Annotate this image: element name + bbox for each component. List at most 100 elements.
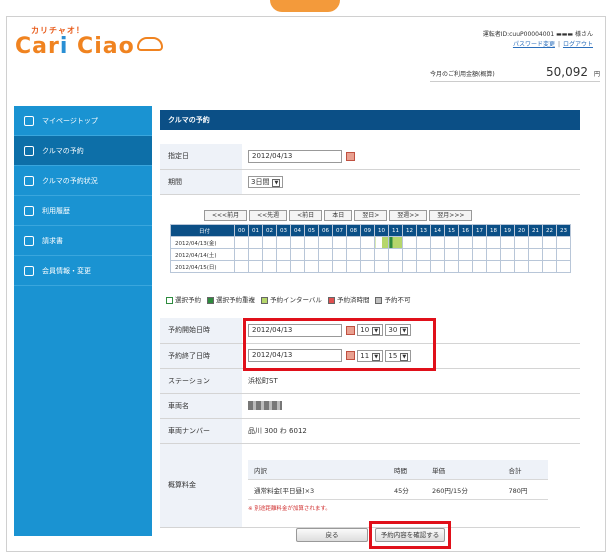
grid-cell[interactable] xyxy=(318,236,333,249)
grid-cell[interactable] xyxy=(514,248,529,261)
sidebar-item-member-info[interactable]: 会員情報・変更 xyxy=(14,256,152,286)
grid-cell[interactable] xyxy=(402,236,417,249)
sidebar-item-mypage[interactable]: マイページトップ xyxy=(14,106,152,136)
grid-cell[interactable] xyxy=(248,248,263,261)
sidebar-item-reservation[interactable]: クルマの予約 ➔ xyxy=(14,136,160,166)
grid-cell[interactable] xyxy=(486,260,501,273)
grid-cell[interactable] xyxy=(276,248,291,261)
nav-next-day[interactable]: 翌日> xyxy=(354,210,388,221)
grid-cell[interactable] xyxy=(556,260,571,273)
grid-cell[interactable] xyxy=(486,236,501,249)
grid-cell[interactable] xyxy=(360,260,375,273)
grid-cell[interactable] xyxy=(416,248,431,261)
grid-cell[interactable] xyxy=(304,236,319,249)
date-input[interactable]: 2012/04/13 xyxy=(248,149,342,163)
grid-cell[interactable] xyxy=(374,248,389,261)
grid-cell[interactable] xyxy=(430,236,445,249)
grid-cell[interactable] xyxy=(262,236,277,249)
grid-cell[interactable] xyxy=(276,236,291,249)
grid-cell[interactable] xyxy=(444,236,459,249)
grid-cell[interactable] xyxy=(500,260,515,273)
grid-cell[interactable] xyxy=(444,248,459,261)
grid-cell[interactable] xyxy=(318,248,333,261)
grid-cell[interactable] xyxy=(402,260,417,273)
grid-cell[interactable] xyxy=(500,248,515,261)
grid-cell[interactable] xyxy=(500,236,515,249)
grid-cell[interactable] xyxy=(528,236,543,249)
grid-cell[interactable] xyxy=(430,248,445,261)
grid-cell-selected[interactable] xyxy=(388,236,403,249)
grid-cell[interactable] xyxy=(248,260,263,273)
password-change-link[interactable]: パスワード変更 xyxy=(513,41,555,48)
grid-cell[interactable] xyxy=(556,236,571,249)
nav-prev-month[interactable]: <<<前月 xyxy=(204,210,248,221)
grid-cell[interactable] xyxy=(514,260,529,273)
grid-cell[interactable] xyxy=(304,260,319,273)
grid-cell[interactable] xyxy=(262,260,277,273)
sidebar-item-label: 会員情報・変更 xyxy=(42,266,91,275)
grid-cell[interactable] xyxy=(458,260,473,273)
grid-cell[interactable] xyxy=(458,248,473,261)
grid-cell[interactable] xyxy=(416,260,431,273)
period-select[interactable]: 3日間 ▼ xyxy=(248,175,284,188)
grid-cell[interactable] xyxy=(458,236,473,249)
grid-cell[interactable] xyxy=(360,248,375,261)
grid-cell[interactable] xyxy=(402,248,417,261)
grid-cell[interactable] xyxy=(234,260,249,273)
list-icon xyxy=(24,205,34,216)
grid-cell[interactable] xyxy=(430,260,445,273)
grid-cell[interactable] xyxy=(388,260,403,273)
grid-cell[interactable] xyxy=(248,236,263,249)
grid-day-row: 2012/04/15(日) xyxy=(170,260,571,273)
grid-cell[interactable] xyxy=(276,260,291,273)
grid-cell[interactable] xyxy=(556,248,571,261)
grid-cell[interactable] xyxy=(346,260,361,273)
grid-cell[interactable] xyxy=(318,260,333,273)
grid-cell[interactable] xyxy=(444,260,459,273)
grid-cell[interactable] xyxy=(528,248,543,261)
grid-cell[interactable] xyxy=(528,260,543,273)
grid-cell[interactable] xyxy=(290,248,305,261)
grid-cell[interactable] xyxy=(332,260,347,273)
grid-cell[interactable] xyxy=(542,248,557,261)
legend-label: 予約済時間 xyxy=(336,296,370,304)
grid-cell[interactable] xyxy=(304,248,319,261)
sidebar-item-reservation-status[interactable]: クルマの予約状況 xyxy=(14,166,152,196)
grid-cell[interactable] xyxy=(360,236,375,249)
nav-next-week[interactable]: 翌週>> xyxy=(389,210,428,221)
grid-cell[interactable] xyxy=(388,248,403,261)
logout-link[interactable]: ログアウト xyxy=(563,41,593,48)
sidebar-item-history[interactable]: 利用履歴 xyxy=(14,196,152,226)
nav-today[interactable]: 本日 xyxy=(324,210,353,221)
back-button[interactable]: 戻る xyxy=(296,528,368,542)
grid-cell[interactable] xyxy=(374,260,389,273)
logo-part-c: Ciao xyxy=(68,34,135,59)
nav-prev-week[interactable]: <<先週 xyxy=(249,210,288,221)
grid-cell[interactable] xyxy=(472,248,487,261)
grid-cell[interactable] xyxy=(542,260,557,273)
nav-next-month[interactable]: 翌月>>> xyxy=(429,210,473,221)
grid-cell[interactable] xyxy=(290,260,305,273)
grid-cell[interactable] xyxy=(416,236,431,249)
grid-cell[interactable] xyxy=(332,236,347,249)
header: カリチャオ！ Cari Ciao 運転者ID:cuuP00004001 ▬▬▬ … xyxy=(7,17,605,69)
grid-cell[interactable] xyxy=(542,236,557,249)
grid-cell[interactable] xyxy=(374,236,389,249)
grid-cell[interactable] xyxy=(332,248,347,261)
grid-cell[interactable] xyxy=(262,248,277,261)
grid-cell[interactable] xyxy=(234,248,249,261)
header-links: パスワード変更 | ログアウト xyxy=(513,39,593,48)
fee-header: 時間 xyxy=(388,459,426,481)
calendar-icon[interactable] xyxy=(346,151,355,161)
grid-cell[interactable] xyxy=(514,236,529,249)
hour-header: 19 xyxy=(500,224,515,237)
sidebar-item-invoice[interactable]: 請求書 xyxy=(14,226,152,256)
grid-cell[interactable] xyxy=(486,248,501,261)
grid-cell[interactable] xyxy=(472,260,487,273)
grid-cell[interactable] xyxy=(290,236,305,249)
grid-cell[interactable] xyxy=(234,236,249,249)
grid-cell[interactable] xyxy=(346,236,361,249)
grid-cell[interactable] xyxy=(472,236,487,249)
grid-cell[interactable] xyxy=(346,248,361,261)
nav-prev-day[interactable]: <前日 xyxy=(289,210,323,221)
